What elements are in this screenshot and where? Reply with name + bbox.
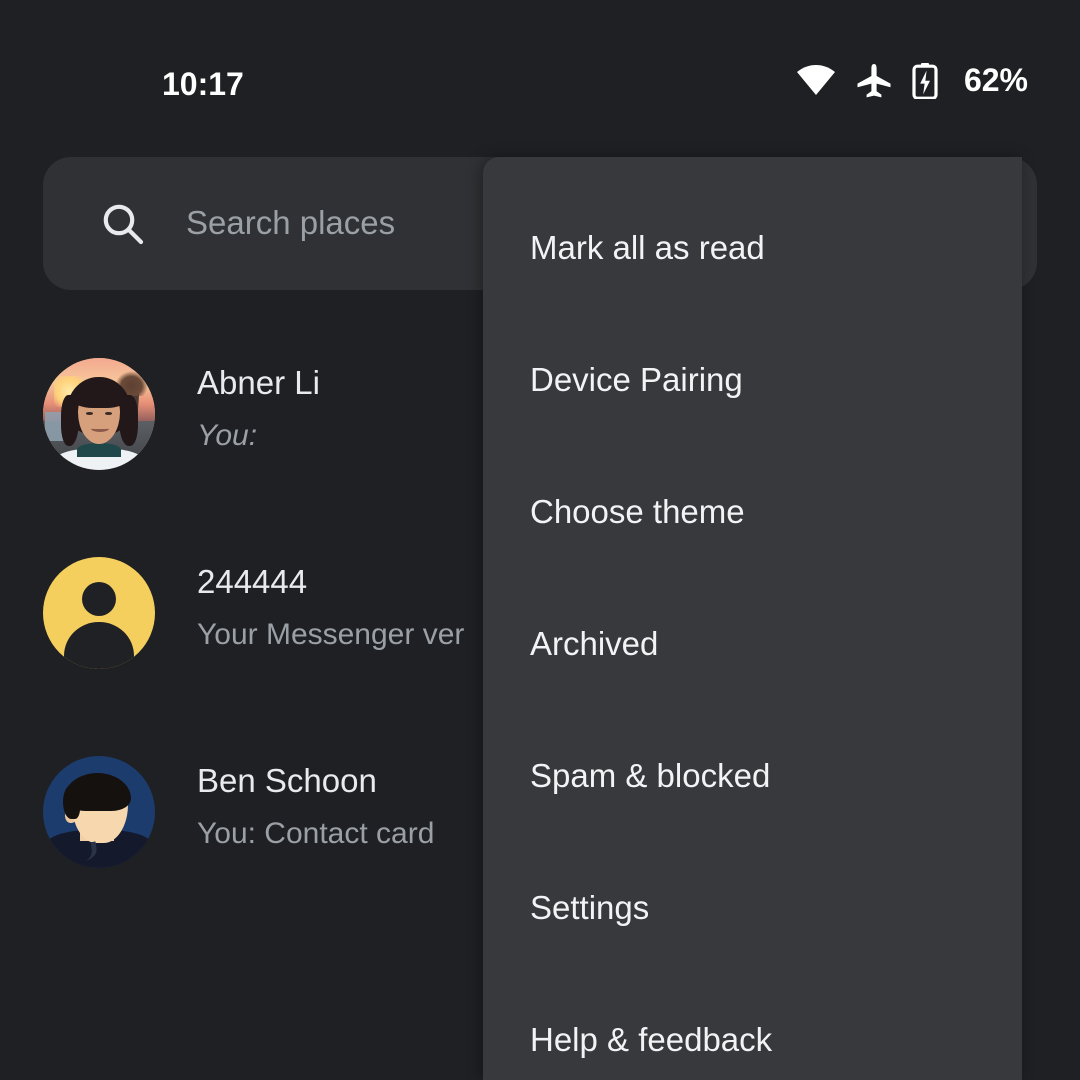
menu-item-help-and-feedback[interactable]: Help & feedback [483,974,1022,1080]
message-snippet: Your Messenger ver [197,618,465,651]
menu-item-settings[interactable]: Settings [483,842,1022,974]
menu-item-archived[interactable]: Archived [483,578,1022,710]
status-bar-clock: 10:17 [162,66,244,102]
search-icon[interactable] [100,201,146,247]
battery-percent-label: 62% [963,62,1028,98]
message-snippet: You: [197,419,258,452]
list-item-text: 244444 Your Messenger ver [197,560,464,656]
avatar-photo [43,358,155,470]
status-bar: 10:17 62% [0,0,1080,140]
menu-item-label: Mark all as read [530,229,765,266]
list-item-text: Ben Schoon You: Contact card [197,759,434,855]
person-icon [43,557,155,669]
status-bar-icons: 62% [796,62,1028,99]
wifi-icon [796,64,836,97]
avatar[interactable] [43,756,155,868]
menu-item-label: Spam & blocked [530,757,771,794]
battery-charging-icon [912,62,938,99]
list-item-text: Abner Li You: [197,361,320,457]
overflow-menu: Mark all as read Device Pairing Choose t… [483,157,1022,1080]
contact-name: 244444 [197,563,308,600]
menu-item-label: Device Pairing [530,361,743,398]
menu-item-device-pairing[interactable]: Device Pairing [483,314,1022,446]
message-snippet: You: Contact card [197,817,435,850]
menu-item-spam-and-blocked[interactable]: Spam & blocked [483,710,1022,842]
avatar-illustration [43,756,155,868]
menu-item-label: Archived [530,625,659,662]
search-input[interactable]: Search places [186,199,395,247]
menu-item-mark-all-as-read[interactable]: Mark all as read [483,182,1022,314]
contact-name: Ben Schoon [197,762,377,799]
avatar[interactable] [43,358,155,470]
airplane-mode-icon [856,63,892,98]
menu-item-choose-theme[interactable]: Choose theme [483,446,1022,578]
menu-item-label: Help & feedback [530,1021,773,1058]
contact-name: Abner Li [197,364,320,401]
menu-item-label: Choose theme [530,493,745,530]
menu-item-label: Settings [530,889,650,926]
avatar[interactable] [43,557,155,669]
